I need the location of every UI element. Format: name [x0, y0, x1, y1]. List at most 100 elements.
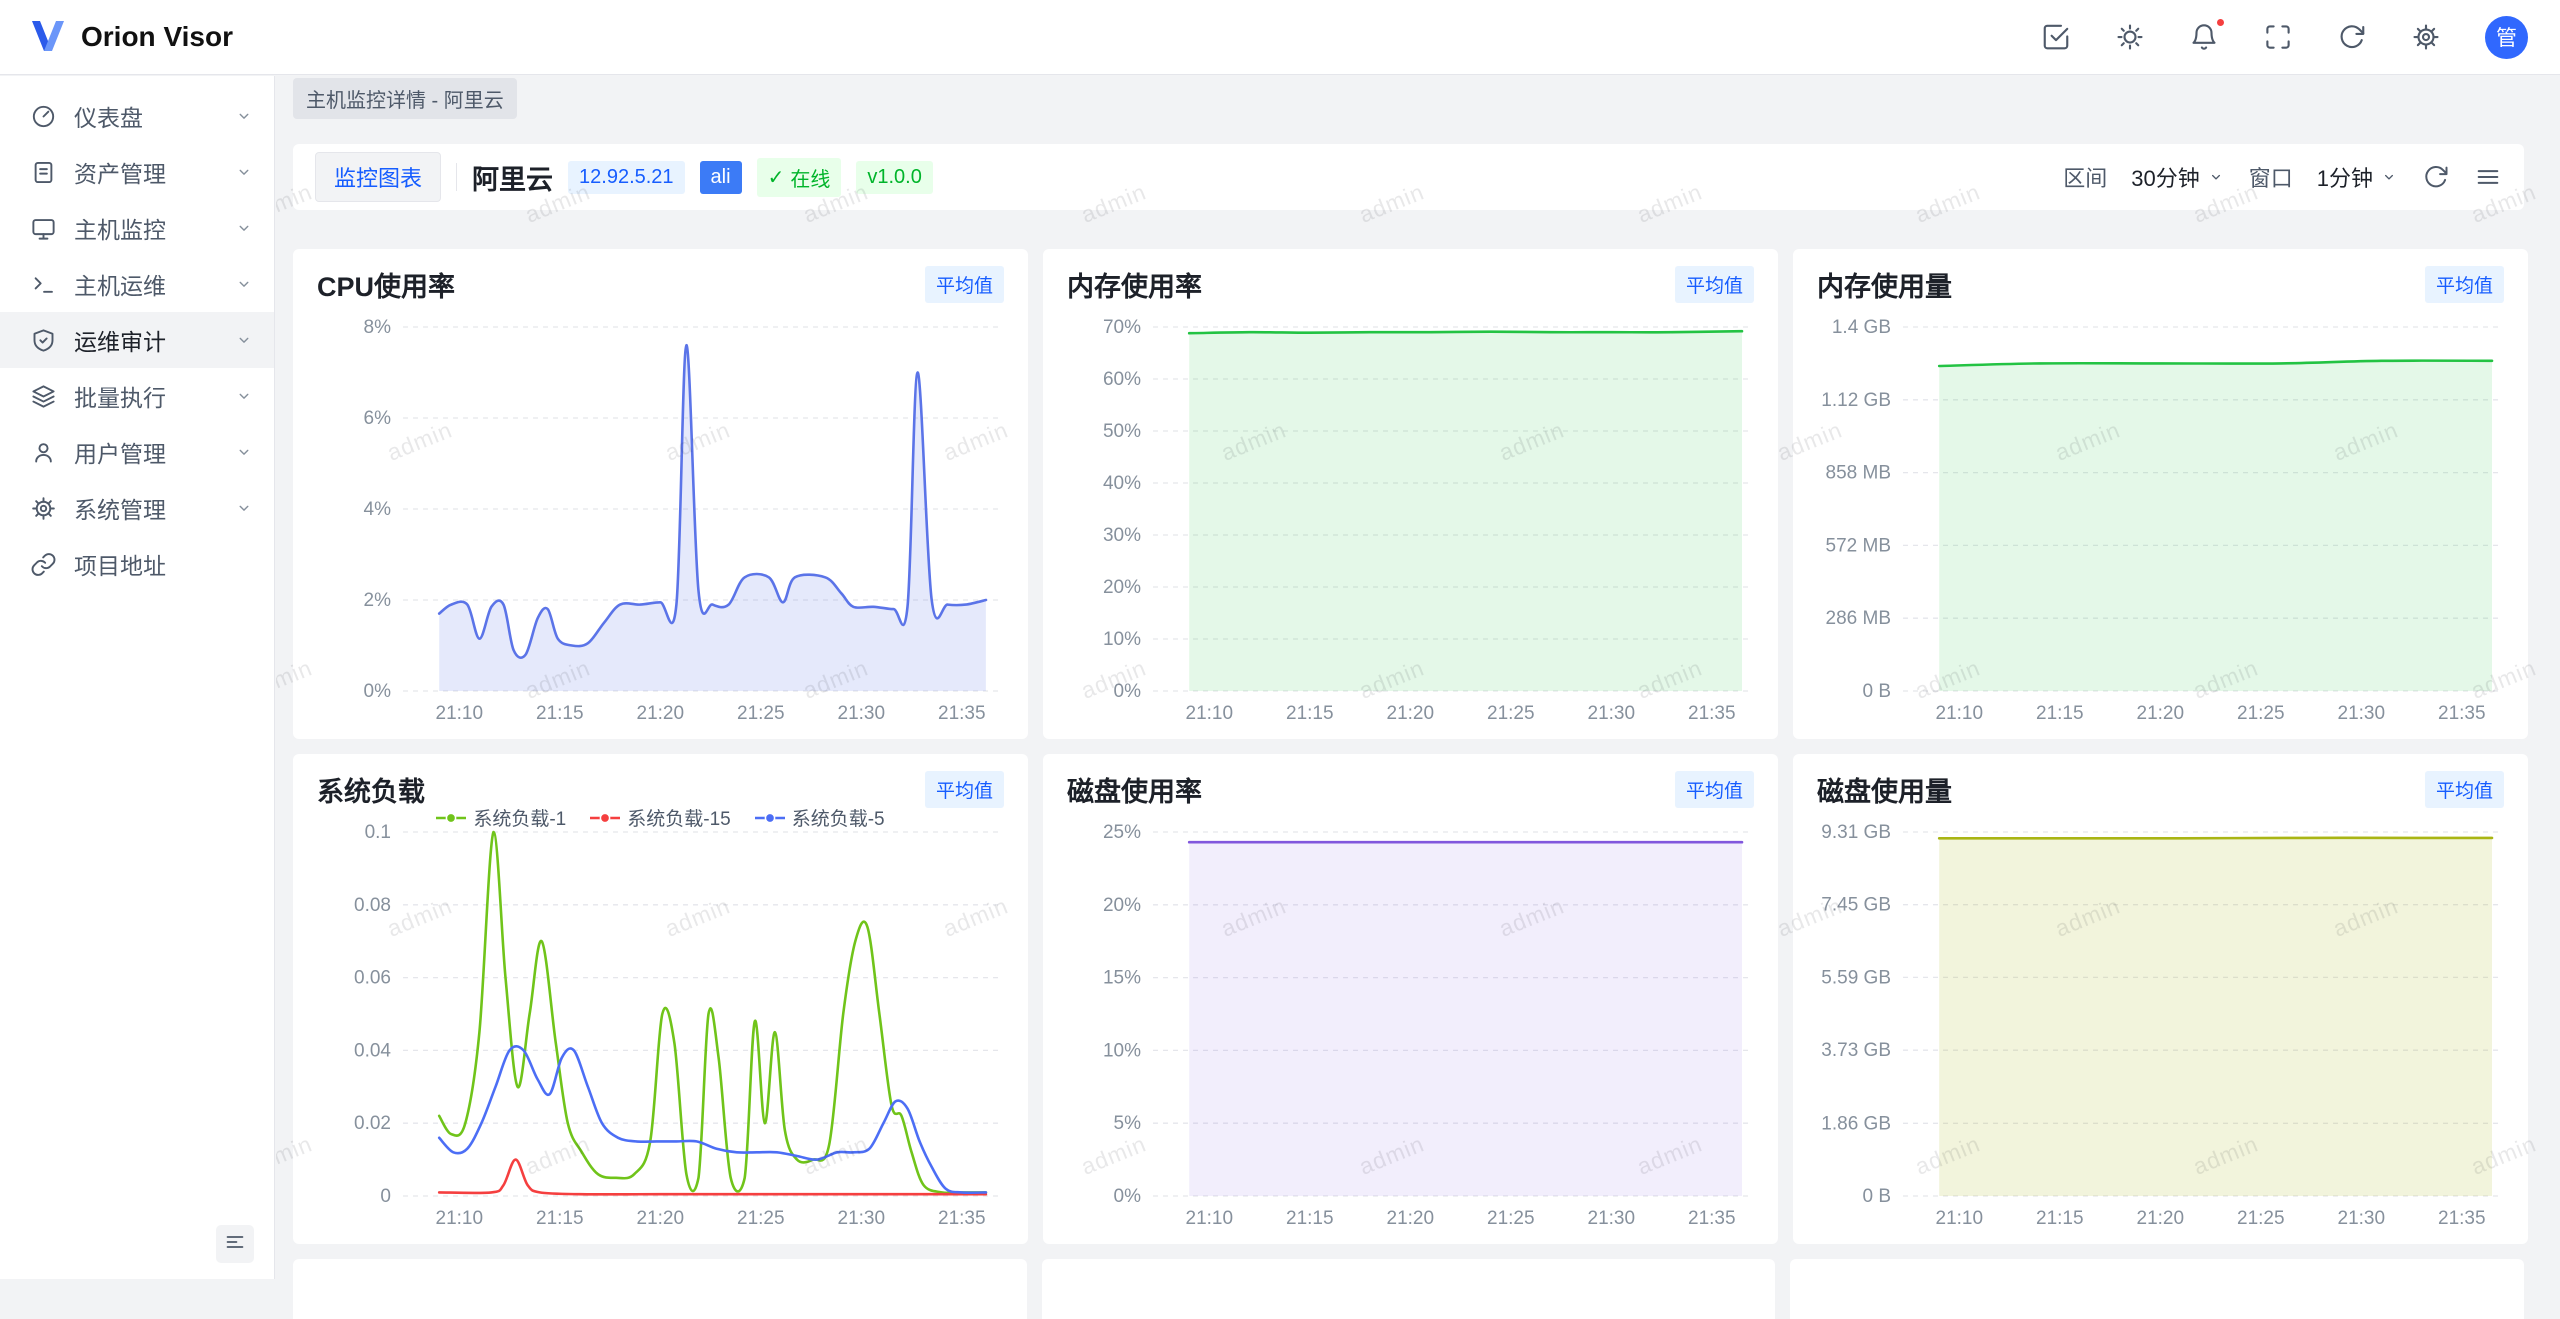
- svg-text:0.08: 0.08: [354, 895, 391, 916]
- svg-text:6%: 6%: [364, 408, 392, 429]
- svg-text:0.06: 0.06: [354, 968, 391, 989]
- sidebar-item-label: 系统管理: [74, 491, 217, 525]
- svg-text:20%: 20%: [1103, 895, 1141, 916]
- svg-text:21:15: 21:15: [2036, 703, 2084, 724]
- chart-legend: 系统负载-1 系统负载-15 系统负载-5: [293, 804, 1028, 831]
- chart-card-partial: [1790, 1259, 2524, 1319]
- svg-text:21:30: 21:30: [838, 703, 886, 724]
- svg-text:3.73 GB: 3.73 GB: [1821, 1040, 1891, 1061]
- svg-text:8%: 8%: [364, 317, 392, 338]
- host-status-chip: ✓在线: [757, 158, 842, 197]
- monitor-icon: [30, 215, 57, 242]
- next-chart-row: [293, 1259, 2524, 1319]
- chart-plot: 0%2%4%6%8%21:1021:1521:2021:2521:3021:35: [317, 313, 1004, 725]
- shield-icon: [30, 327, 57, 354]
- svg-text:21:10: 21:10: [1186, 1208, 1234, 1229]
- chart-title: 磁盘使用量: [1817, 770, 1952, 809]
- svg-text:858 MB: 858 MB: [1826, 463, 1891, 484]
- legend-item[interactable]: 系统负载-15: [590, 804, 730, 831]
- svg-text:21:10: 21:10: [436, 703, 484, 724]
- sidebar-item-host-ops[interactable]: 主机运维: [0, 256, 274, 312]
- sidebar: 仪表盘资产管理主机监控主机运维运维审计批量执行用户管理系统管理项目地址: [0, 76, 275, 1279]
- sidebar-item-assets[interactable]: 资产管理: [0, 144, 274, 200]
- legend-item[interactable]: 系统负载-1: [436, 804, 566, 831]
- svg-text:21:25: 21:25: [1487, 1208, 1535, 1229]
- chart-plot: 0 B1.86 GB3.73 GB5.59 GB7.45 GB9.31 GB21…: [1817, 818, 2504, 1230]
- sidebar-item-system-mgmt[interactable]: 系统管理: [0, 480, 274, 536]
- breadcrumb[interactable]: 主机监控详情 - 阿里云: [293, 78, 517, 119]
- svg-text:21:35: 21:35: [938, 1208, 986, 1229]
- tasks-icon[interactable]: [2041, 22, 2071, 52]
- chevron-down-icon: [2380, 168, 2398, 186]
- page-refresh-icon[interactable]: [2337, 22, 2367, 52]
- svg-text:21:10: 21:10: [1936, 703, 1984, 724]
- svg-text:0 B: 0 B: [1862, 1186, 1891, 1207]
- svg-text:21:20: 21:20: [2137, 703, 2185, 724]
- divider: [456, 163, 457, 191]
- svg-text:25%: 25%: [1103, 822, 1141, 843]
- host-info-group: 监控图表 阿里云 12.92.5.21 ali ✓在线 v1.0.0: [315, 152, 933, 202]
- svg-text:21:30: 21:30: [838, 1208, 886, 1229]
- svg-text:1.86 GB: 1.86 GB: [1821, 1113, 1891, 1134]
- app-title: Orion Visor: [81, 21, 233, 53]
- sidebar-item-label: 资产管理: [74, 155, 217, 189]
- svg-text:21:10: 21:10: [1186, 703, 1234, 724]
- legend-marker-icon: [436, 812, 466, 824]
- chart-config-button[interactable]: [2474, 163, 2502, 191]
- chart-plot: 0 B286 MB572 MB858 MB1.12 GB1.4 GB21:102…: [1817, 313, 2504, 725]
- sidebar-item-project-link[interactable]: 项目地址: [0, 536, 274, 592]
- sidebar-item-user-mgmt[interactable]: 用户管理: [0, 424, 274, 480]
- svg-text:21:15: 21:15: [2036, 1208, 2084, 1229]
- svg-text:15%: 15%: [1103, 968, 1141, 989]
- status-text: 在线: [790, 163, 830, 192]
- svg-text:0%: 0%: [364, 681, 392, 702]
- svg-text:21:25: 21:25: [737, 1208, 785, 1229]
- charts-grid: CPU使用率平均值0%2%4%6%8%21:1021:1521:2021:252…: [293, 249, 2524, 1244]
- range-select[interactable]: 30分钟: [2131, 161, 2224, 193]
- svg-text:21:20: 21:20: [1387, 703, 1435, 724]
- notifications-icon[interactable]: [2189, 22, 2219, 52]
- user-icon: [30, 439, 57, 466]
- legend-marker-icon: [755, 812, 785, 824]
- orion-visor-logo: [28, 19, 68, 55]
- chart-refresh-button[interactable]: [2422, 163, 2450, 191]
- svg-text:0.02: 0.02: [354, 1113, 391, 1134]
- settings-icon[interactable]: [2411, 22, 2441, 52]
- theme-toggle-icon[interactable]: [2115, 22, 2145, 52]
- host-version-chip: v1.0.0: [856, 161, 932, 194]
- svg-text:0%: 0%: [1114, 1186, 1142, 1207]
- chart-card-partial: [293, 1259, 1027, 1319]
- link-icon: [30, 551, 57, 578]
- svg-text:60%: 60%: [1103, 369, 1141, 390]
- layers-icon: [30, 383, 57, 410]
- chevron-down-icon: [234, 162, 254, 182]
- sidebar-collapse-button[interactable]: [216, 1225, 254, 1263]
- chart-plot: 0%5%10%15%20%25%21:1021:1521:2021:2521:3…: [1067, 818, 1754, 1230]
- sidebar-item-label: 运维审计: [74, 323, 217, 357]
- sidebar-item-ops-audit[interactable]: 运维审计: [0, 312, 274, 368]
- legend-item[interactable]: 系统负载-5: [755, 804, 885, 831]
- chart-card-memory-usage-amount: 内存使用量平均值0 B286 MB572 MB858 MB1.12 GB1.4 …: [1793, 249, 2528, 739]
- monitor-chart-tab[interactable]: 监控图表: [315, 152, 441, 202]
- svg-text:21:15: 21:15: [536, 1208, 584, 1229]
- chart-card-cpu-usage: CPU使用率平均值0%2%4%6%8%21:1021:1521:2021:252…: [293, 249, 1028, 739]
- chevron-down-icon: [234, 498, 254, 518]
- svg-text:21:10: 21:10: [436, 1208, 484, 1229]
- sidebar-item-dashboard[interactable]: 仪表盘: [0, 88, 274, 144]
- chevron-down-icon: [234, 330, 254, 350]
- window-select[interactable]: 1分钟: [2317, 161, 2398, 193]
- chevron-down-icon: [234, 106, 254, 126]
- svg-text:21:30: 21:30: [2338, 703, 2386, 724]
- notification-dot: [2215, 17, 2226, 28]
- sidebar-item-batch-exec[interactable]: 批量执行: [0, 368, 274, 424]
- svg-text:21:25: 21:25: [2237, 1208, 2285, 1229]
- host-toolbar: 监控图表 阿里云 12.92.5.21 ali ✓在线 v1.0.0 区间 30…: [293, 144, 2524, 210]
- sidebar-item-label: 仪表盘: [74, 99, 217, 133]
- svg-text:0 B: 0 B: [1862, 681, 1891, 702]
- user-avatar[interactable]: 管: [2485, 16, 2528, 59]
- sidebar-item-host-monitor[interactable]: 主机监控: [0, 200, 274, 256]
- fullscreen-icon[interactable]: [2263, 22, 2293, 52]
- svg-text:40%: 40%: [1103, 473, 1141, 494]
- svg-text:21:35: 21:35: [2438, 703, 2486, 724]
- svg-text:0: 0: [380, 1186, 391, 1207]
